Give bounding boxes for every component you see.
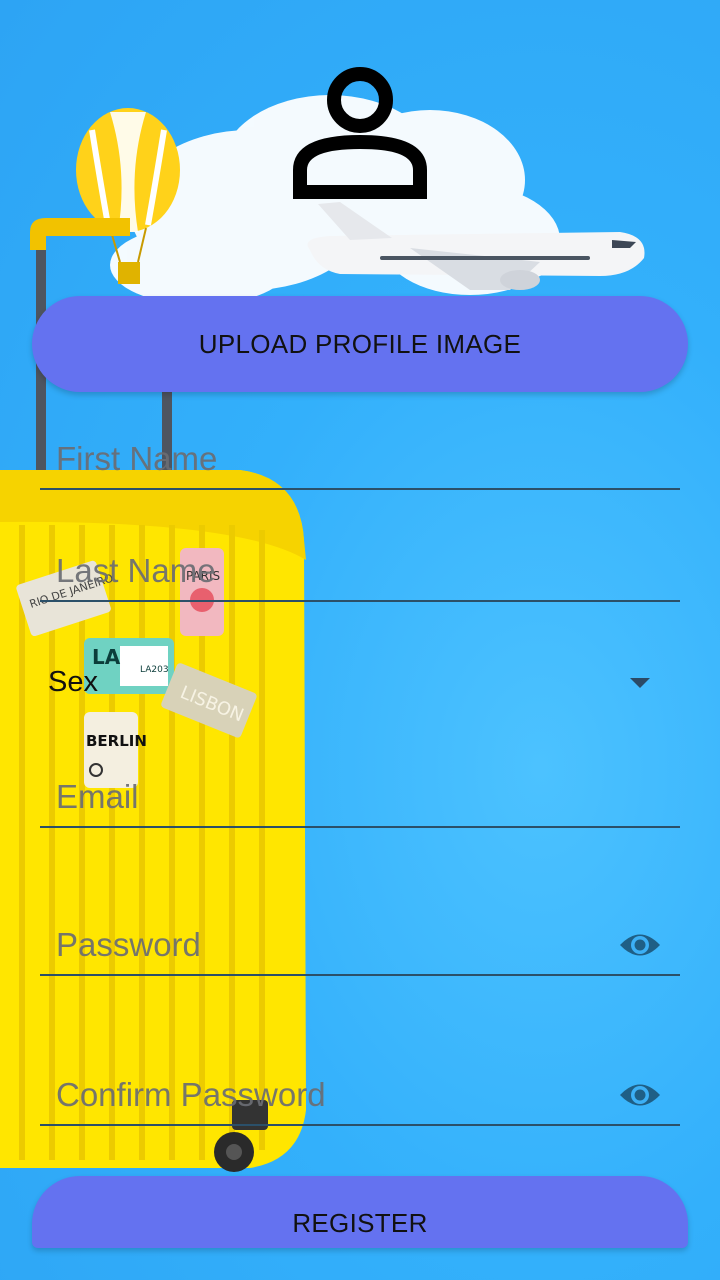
register-button[interactable]: REGISTER: [32, 1176, 688, 1248]
caret-down-icon: [630, 678, 650, 688]
first-name-placeholder: First Name: [56, 440, 218, 477]
sex-dropdown-label: Sex: [48, 666, 98, 698]
email-placeholder: Email: [56, 778, 139, 815]
password-placeholder: Password: [56, 926, 201, 963]
upload-profile-image-button[interactable]: UPLOAD PROFILE IMAGE: [32, 296, 688, 392]
sex-dropdown[interactable]: Sex: [40, 656, 680, 712]
confirm-password-placeholder: Confirm Password: [56, 1076, 326, 1113]
registration-screen: RIO DE JANEIRO PARIS LA LA203 LISBON BER…: [0, 0, 720, 1280]
last-name-input[interactable]: Last Name: [40, 540, 680, 602]
password-input[interactable]: Password: [40, 914, 680, 976]
last-name-placeholder: Last Name: [56, 552, 216, 589]
register-button-label: REGISTER: [292, 1208, 428, 1238]
first-name-input[interactable]: First Name: [40, 428, 680, 490]
password-visibility-eye-icon[interactable]: [618, 930, 662, 960]
confirm-password-visibility-eye-icon[interactable]: [618, 1080, 662, 1110]
upload-button-label: UPLOAD PROFILE IMAGE: [198, 328, 522, 359]
email-input[interactable]: Email: [40, 766, 680, 828]
confirm-password-input[interactable]: Confirm Password: [40, 1064, 680, 1126]
sticker-berlin: BERLIN: [86, 732, 147, 750]
person-outline-icon: [293, 67, 427, 199]
